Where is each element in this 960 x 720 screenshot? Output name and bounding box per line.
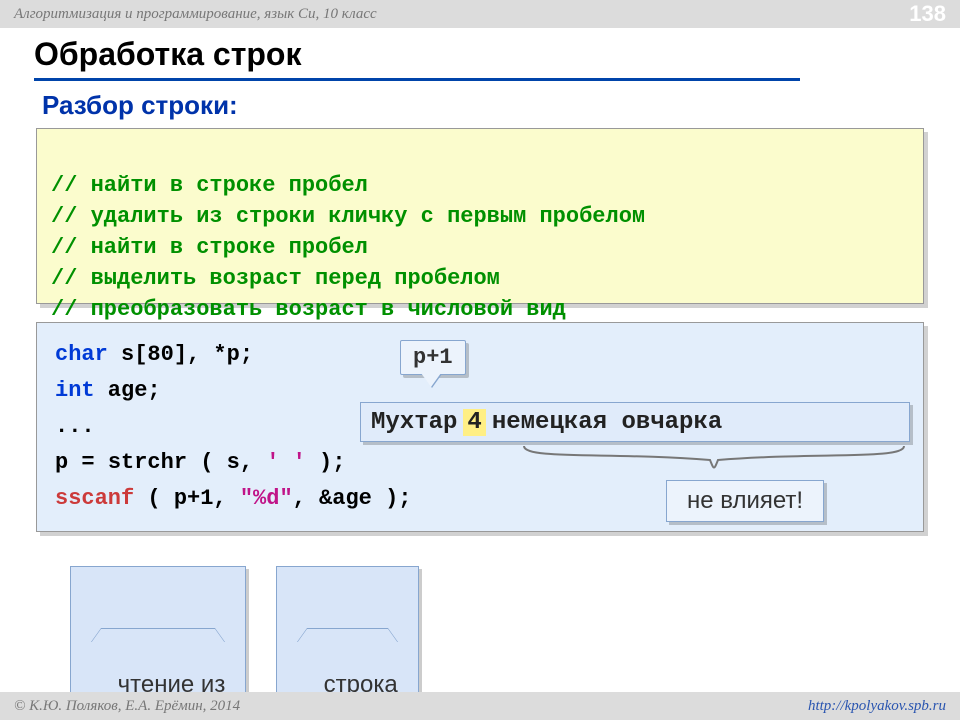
tag-p-plus-1: p+1 [400, 340, 466, 375]
page-number: 138 [909, 1, 946, 27]
code-text: ); [306, 450, 346, 475]
footer-authors: © К.Ю. Поляков, Е.А. Ерёмин, 2014 [14, 698, 240, 715]
example-string: Мухтар 4 немецкая овчарка [360, 402, 910, 442]
code-text: ... [55, 414, 95, 439]
section-subtitle: Разбор строки: [42, 90, 238, 121]
code-text: ( p+1, [134, 486, 240, 511]
kw-int: int [55, 378, 95, 403]
code-text: s[ [108, 342, 148, 367]
comment-line: // найти в строке пробел [51, 173, 368, 198]
page-title: Обработка строк [34, 36, 301, 73]
code-str: "%d" [240, 486, 293, 511]
tag-label: не влияет! [687, 487, 803, 514]
code-str: ' ' [266, 450, 306, 475]
footer-bar: © К.Ю. Поляков, Е.А. Ерёмин, 2014 http:/… [0, 692, 960, 720]
tag-label: p+1 [413, 345, 453, 370]
code-num: 80 [147, 342, 173, 367]
code-text: p = [55, 450, 108, 475]
example-age: 4 [463, 409, 485, 436]
footer-link[interactable]: http://kpolyakov.spb.ru [808, 698, 946, 715]
kw-char: char [55, 342, 108, 367]
example-post: немецкая овчарка [492, 409, 722, 436]
code-text: ( s, [187, 450, 266, 475]
comment-line: // удалить из строки кличку с первым про… [51, 204, 645, 229]
title-underline [34, 78, 800, 81]
example-pre: Мухтар [371, 409, 457, 436]
comment-line: // найти в строке пробел [51, 235, 368, 260]
callout-tail-icon [421, 373, 441, 387]
comment-line: // выделить возраст перед пробелом [51, 266, 500, 291]
course-label: Алгоритмизация и программирование, язык … [14, 6, 377, 23]
tag-no-effect: не влияет! [666, 480, 824, 522]
callout-tail-icon [297, 629, 398, 643]
comment-box: // найти в строке пробел // удалить из с… [36, 128, 924, 304]
fn-sscanf: sscanf [55, 486, 134, 511]
code-text: , &age ); [293, 486, 412, 511]
curly-brace-icon [522, 444, 906, 470]
top-bar: Алгоритмизация и программирование, язык … [0, 0, 960, 28]
slide: Алгоритмизация и программирование, язык … [0, 0, 960, 720]
comment-line: // преобразовать возраст в числовой вид [51, 297, 566, 322]
code-text: age; [95, 378, 161, 403]
code-text: ], *p; [174, 342, 253, 367]
fn-strchr: strchr [108, 450, 187, 475]
callout-tail-icon [91, 629, 225, 643]
